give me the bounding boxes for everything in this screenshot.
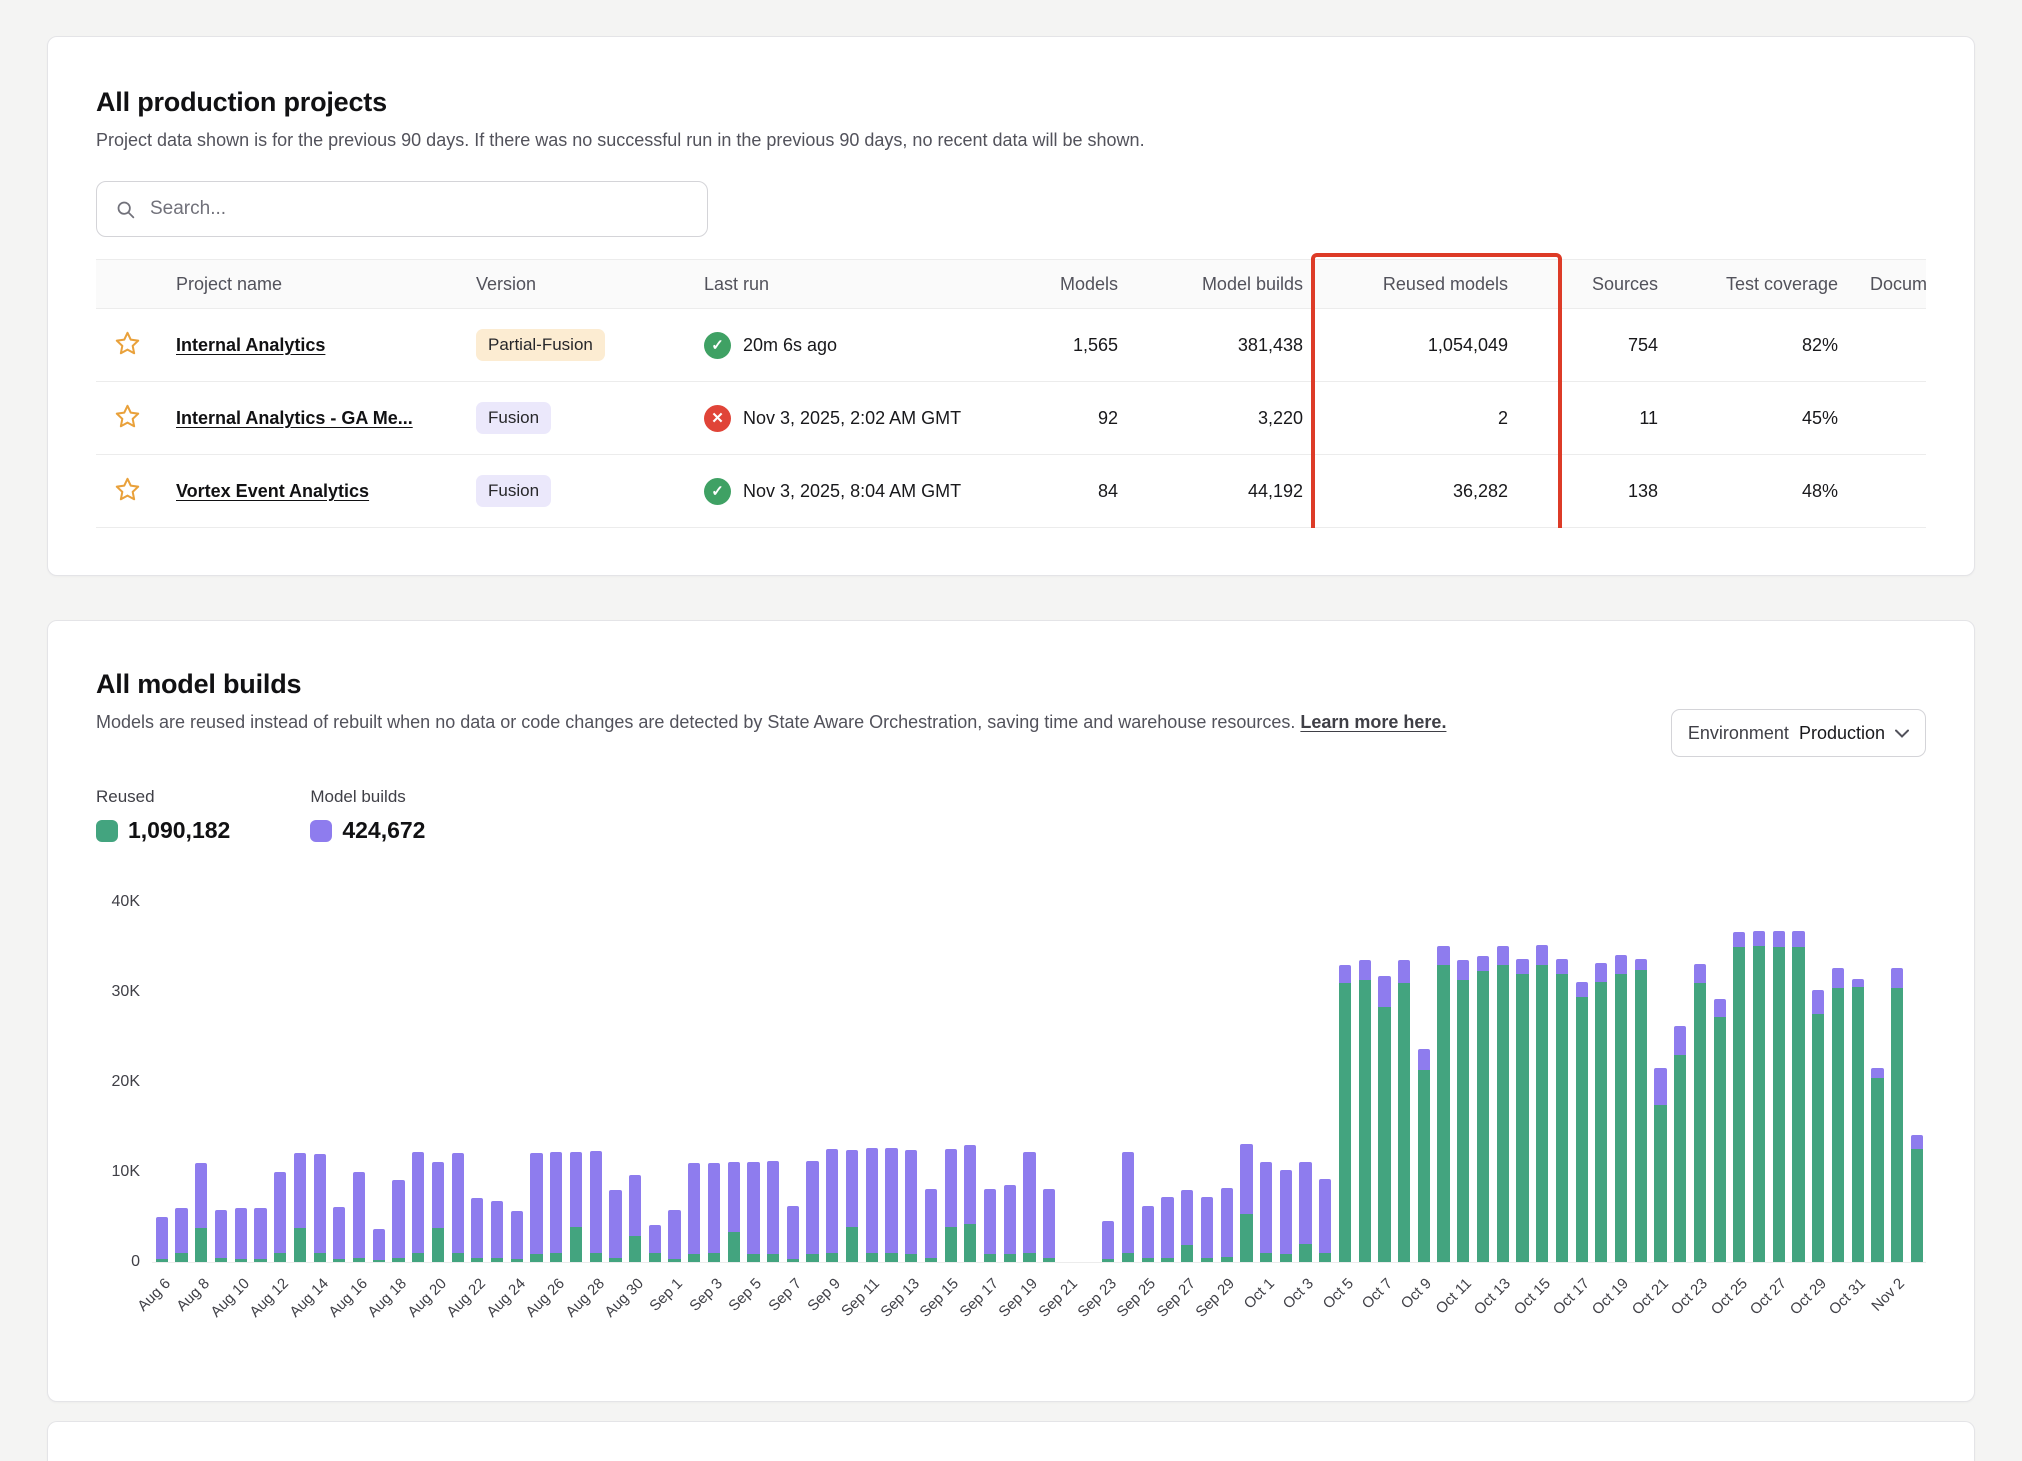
chart-plot xyxy=(152,902,1926,1263)
col-sources: Sources xyxy=(1524,260,1674,309)
col-models: Models xyxy=(988,260,1134,309)
project-name-link[interactable]: Internal Analytics xyxy=(176,335,325,355)
last-run-text: Nov 3, 2025, 2:02 AM GMT xyxy=(743,408,961,429)
builds-subtitle-text: Models are reused instead of rebuilt whe… xyxy=(96,712,1295,732)
col-test-coverage: Test coverage xyxy=(1674,260,1854,309)
version-badge: Fusion xyxy=(476,475,551,507)
projects-subtitle: Project data shown is for the previous 9… xyxy=(96,128,1926,153)
legend-swatch xyxy=(96,820,118,842)
favorite-star-icon[interactable] xyxy=(112,401,142,431)
dashboard-page: All production projects Project data sho… xyxy=(0,0,2022,1461)
learn-more-link[interactable]: Learn more here. xyxy=(1300,712,1446,732)
production-projects-card: All production projects Project data sho… xyxy=(47,36,1975,576)
project-name-link[interactable]: Internal Analytics - GA Me... xyxy=(176,408,413,428)
legend-label: Reused xyxy=(96,787,230,807)
col-version: Version xyxy=(460,260,688,309)
col-documentation: Documentation xyxy=(1854,260,1926,309)
version-badge: Partial-Fusion xyxy=(476,329,605,361)
col-reused-models: Reused models xyxy=(1319,260,1524,309)
run-status-icon xyxy=(704,332,731,359)
run-status-icon xyxy=(704,405,731,432)
model-builds-count: 381,438 xyxy=(1134,309,1319,382)
documentation-cell xyxy=(1854,382,1926,455)
legend-item-model-builds: Model builds 424,672 xyxy=(310,787,425,844)
reused-models-count: 2 xyxy=(1319,382,1524,455)
sources-count: 138 xyxy=(1524,455,1674,528)
builds-subtitle: Models are reused instead of rebuilt whe… xyxy=(96,710,1926,735)
table-row[interactable]: Internal Analytics - GA Me... Fusion Nov… xyxy=(96,382,1926,455)
models-count: 84 xyxy=(988,455,1134,528)
environment-label: Environment xyxy=(1688,723,1789,744)
col-project-name: Project name xyxy=(160,260,460,309)
project-name-link[interactable]: Vortex Event Analytics xyxy=(176,481,369,501)
favorite-star-icon[interactable] xyxy=(112,328,142,358)
last-run-text: 20m 6s ago xyxy=(743,335,837,356)
models-count: 92 xyxy=(988,382,1134,455)
documentation-cell xyxy=(1854,455,1926,528)
table-header-row: Project name Version Last run Models Mod… xyxy=(96,260,1926,309)
col-star xyxy=(96,260,160,309)
favorite-star-icon[interactable] xyxy=(112,474,142,504)
run-status-icon xyxy=(704,478,731,505)
test-coverage-value: 82% xyxy=(1674,309,1854,382)
table-row[interactable]: Vortex Event Analytics Fusion Nov 3, 202… xyxy=(96,455,1926,528)
test-coverage-value: 48% xyxy=(1674,455,1854,528)
projects-table: Project name Version Last run Models Mod… xyxy=(96,259,1926,528)
col-model-builds: Model builds xyxy=(1134,260,1319,309)
reused-models-count: 36,282 xyxy=(1319,455,1524,528)
documentation-cell xyxy=(1854,309,1926,382)
chart-y-axis: 010K20K30K40K xyxy=(96,902,152,1262)
projects-table-wrap: Project name Version Last run Models Mod… xyxy=(96,253,1926,528)
test-coverage-value: 45% xyxy=(1674,382,1854,455)
projects-title: All production projects xyxy=(96,87,1926,118)
builds-chart: 010K20K30K40K xyxy=(96,902,1926,1263)
version-badge: Fusion xyxy=(476,402,551,434)
search-box[interactable] xyxy=(96,181,708,237)
legend-value: 424,672 xyxy=(342,817,425,844)
last-run-text: Nov 3, 2025, 8:04 AM GMT xyxy=(743,481,961,502)
next-card-partial xyxy=(47,1421,1975,1461)
chart-x-axis: Aug 6Aug 8Aug 10Aug 12Aug 14Aug 16Aug 18… xyxy=(152,1263,1926,1343)
model-builds-count: 44,192 xyxy=(1134,455,1319,528)
model-builds-count: 3,220 xyxy=(1134,382,1319,455)
search-icon xyxy=(115,199,136,220)
chevron-down-icon xyxy=(1895,729,1909,738)
reused-models-count: 1,054,049 xyxy=(1319,309,1524,382)
chart-legend: Reused 1,090,182 Model builds 424,672 xyxy=(96,787,1926,844)
search-input[interactable] xyxy=(148,197,689,221)
legend-label: Model builds xyxy=(310,787,425,807)
col-last-run: Last run xyxy=(688,260,988,309)
legend-item-reused: Reused 1,090,182 xyxy=(96,787,230,844)
sources-count: 754 xyxy=(1524,309,1674,382)
sources-count: 11 xyxy=(1524,382,1674,455)
legend-value: 1,090,182 xyxy=(128,817,230,844)
table-row[interactable]: Internal Analytics Partial-Fusion 20m 6s… xyxy=(96,309,1926,382)
environment-dropdown[interactable]: Environment Production xyxy=(1671,709,1926,757)
environment-value: Production xyxy=(1799,723,1885,744)
models-count: 1,565 xyxy=(988,309,1134,382)
legend-swatch xyxy=(310,820,332,842)
model-builds-card: All model builds Models are reused inste… xyxy=(47,620,1975,1402)
builds-title: All model builds xyxy=(96,669,1926,700)
